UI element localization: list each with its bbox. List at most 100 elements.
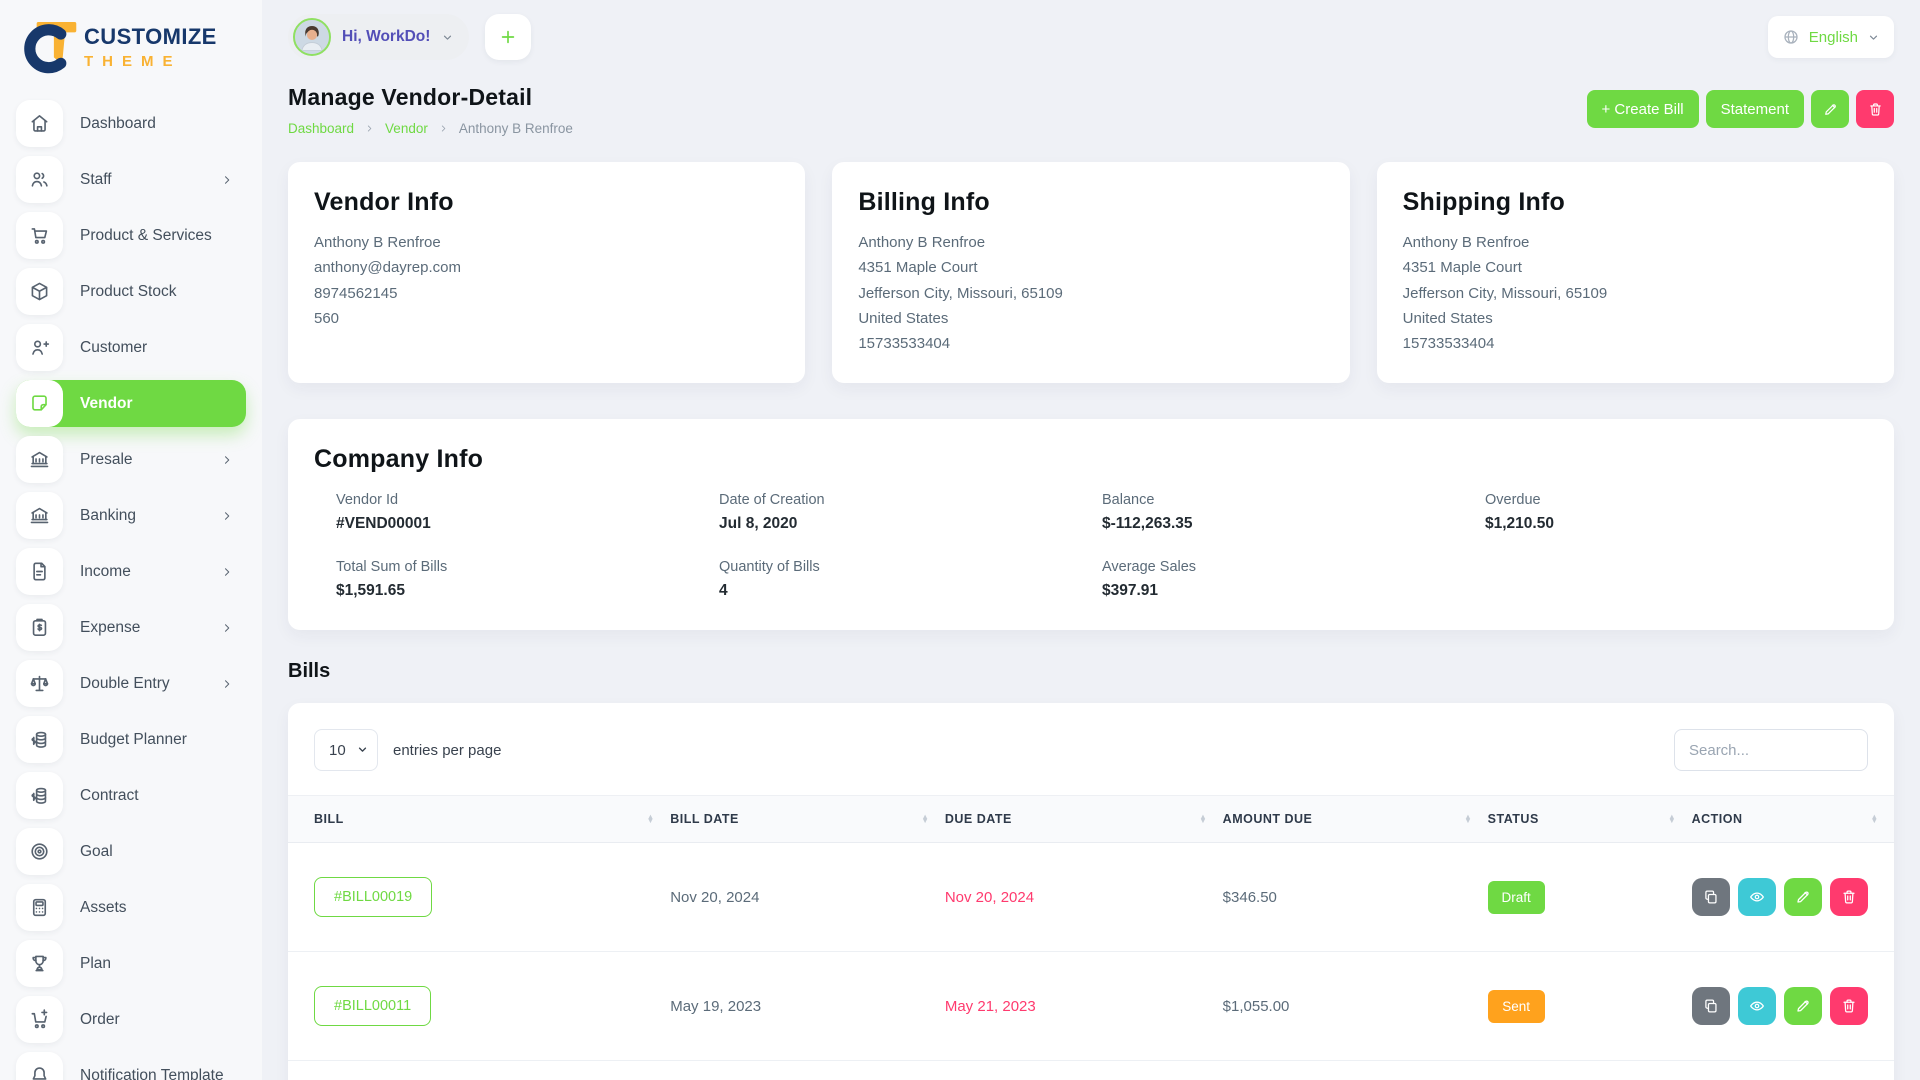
sidebar-item-goal[interactable]: Goal xyxy=(16,828,246,875)
shipping-info-card: Shipping Info Anthony B Renfroe4351 Mapl… xyxy=(1377,162,1894,383)
sidebar-item-notification-template[interactable]: Notification Template xyxy=(16,1052,246,1080)
bill-link[interactable]: #BILL00019 xyxy=(314,877,432,917)
pencil-button[interactable] xyxy=(1784,878,1822,916)
eye-button[interactable] xyxy=(1738,878,1776,916)
sidebar-item-order[interactable]: Order xyxy=(16,996,246,1043)
field-label: Total Sum of Bills xyxy=(336,559,719,575)
sidebar-item-dashboard[interactable]: Dashboard xyxy=(16,100,246,147)
statement-button[interactable]: Statement xyxy=(1706,90,1804,128)
field-value: $1,591.65 xyxy=(336,582,719,600)
sort-icon: ▲▼ xyxy=(647,815,654,824)
status-badge: Draft xyxy=(1488,881,1545,914)
edit-vendor-button[interactable] xyxy=(1811,90,1849,128)
amount-due-cell: $1,055.00 xyxy=(1223,952,1488,1061)
add-button[interactable] xyxy=(485,14,531,60)
amount-due-cell: $-99,965.35 xyxy=(1223,1061,1488,1080)
copy-button[interactable] xyxy=(1692,987,1730,1025)
sidebar-item-budget-planner[interactable]: Budget Planner xyxy=(16,716,246,763)
bill-date-cell: Nov 20, 2024 xyxy=(670,843,945,952)
breadcrumb-separator-icon xyxy=(438,123,449,134)
bill-date-cell: May 19, 2023 xyxy=(670,952,945,1061)
pencil-icon xyxy=(1794,997,1812,1015)
info-line: Jefferson City, Missouri, 65109 xyxy=(1403,282,1868,305)
info-card-title: Shipping Info xyxy=(1403,188,1868,217)
users-icon xyxy=(28,168,51,191)
sidebar-item-expense[interactable]: Expense xyxy=(16,604,246,651)
pencil-button[interactable] xyxy=(1784,987,1822,1025)
pencil-icon xyxy=(1794,888,1812,906)
sidebar-item-customer[interactable]: Customer xyxy=(16,324,246,371)
sidebar-item-double-entry[interactable]: Double Entry xyxy=(16,660,246,707)
language-selector[interactable]: English xyxy=(1768,16,1894,58)
table-row: #BILL00011 May 19, 2023 May 21, 2023 $1,… xyxy=(288,952,1894,1061)
table-toolbar: 10 entries per page xyxy=(288,729,1894,795)
page-title: Manage Vendor-Detail xyxy=(288,84,573,111)
trash-button[interactable] xyxy=(1830,987,1868,1025)
column-header-action[interactable]: ACTION ▲▼ xyxy=(1692,796,1894,843)
company-field-quantity-of-bills: Quantity of Bills 4 xyxy=(719,559,1102,600)
note-icon xyxy=(28,392,51,415)
eye-icon xyxy=(1748,997,1766,1015)
copy-icon xyxy=(1702,997,1720,1015)
company-info-title: Company Info xyxy=(314,445,1868,474)
sidebar-item-banking[interactable]: Banking xyxy=(16,492,246,539)
brand-name-top: CUSTOMIZE xyxy=(84,24,217,50)
brand-logo[interactable]: CUSTOMIZE THEME xyxy=(16,14,246,100)
copy-button[interactable] xyxy=(1692,878,1730,916)
sidebar-item-presale[interactable]: Presale xyxy=(16,436,246,483)
company-info-card: Company Info Vendor Id #VEND00001 Date o… xyxy=(288,419,1894,630)
sidebar-item-product-stock[interactable]: Product Stock xyxy=(16,268,246,315)
user-menu[interactable]: Hi, WorkDo! xyxy=(288,14,469,60)
chevron-down-icon xyxy=(1867,31,1880,44)
table-row: #BILL00019 Nov 20, 2024 Nov 20, 2024 $34… xyxy=(288,843,1894,952)
sidebar-item-assets[interactable]: Assets xyxy=(16,884,246,931)
table-row: #BILL00004 Feb 18, 2022 Feb 18, 2022 $-9… xyxy=(288,1061,1894,1080)
trash-icon xyxy=(1840,997,1858,1015)
column-header-amount-due[interactable]: AMOUNT DUE ▲▼ xyxy=(1223,796,1488,843)
search-input[interactable] xyxy=(1674,729,1868,771)
info-line: Jefferson City, Missouri, 65109 xyxy=(858,282,1323,305)
info-line: 8974562145 xyxy=(314,282,779,305)
company-field-overdue: Overdue $1,210.50 xyxy=(1485,492,1868,533)
sidebar-item-product-and-services[interactable]: Product & Services xyxy=(16,212,246,259)
page-actions: + Create Bill Statement xyxy=(1587,90,1895,128)
scale-icon xyxy=(28,672,51,695)
info-line: Anthony B Renfroe xyxy=(1403,231,1868,254)
chevron-right-icon xyxy=(220,173,234,187)
breadcrumb-item-anthony-b-renfroe: Anthony B Renfroe xyxy=(459,121,573,136)
sidebar-nav: Dashboard Staff Product & Services Produ… xyxy=(16,100,246,1080)
delete-vendor-button[interactable] xyxy=(1856,90,1894,128)
trash-button[interactable] xyxy=(1830,878,1868,916)
column-header-status[interactable]: STATUS ▲▼ xyxy=(1488,796,1692,843)
bill-link[interactable]: #BILL00011 xyxy=(314,986,431,1026)
main-content: Hi, WorkDo! English Manage Vendor-Detail… xyxy=(262,0,1920,1080)
sidebar-item-staff[interactable]: Staff xyxy=(16,156,246,203)
sidebar-item-vendor[interactable]: Vendor xyxy=(16,380,246,427)
info-line: 560 xyxy=(314,307,779,330)
bill-date-cell: Feb 18, 2022 xyxy=(670,1061,945,1080)
info-cards: Vendor Info Anthony B Renfroeanthony@day… xyxy=(288,162,1894,383)
brand-name-bottom: THEME xyxy=(84,53,217,70)
coins-icon xyxy=(28,784,51,807)
create-bill-button[interactable]: + Create Bill xyxy=(1587,90,1699,128)
field-label: Quantity of Bills xyxy=(719,559,1102,575)
column-header-bill[interactable]: BILL ▲▼ xyxy=(288,796,670,843)
column-header-bill-date[interactable]: BILL DATE ▲▼ xyxy=(670,796,945,843)
page-header: Manage Vendor-Detail Dashboard Vendor Anth… xyxy=(288,84,1894,136)
entries-per-page-label: entries per page xyxy=(393,742,501,759)
sidebar-item-plan[interactable]: Plan xyxy=(16,940,246,987)
eye-button[interactable] xyxy=(1738,987,1776,1025)
sidebar-item-income[interactable]: Income xyxy=(16,548,246,595)
breadcrumb-item-dashboard[interactable]: Dashboard xyxy=(288,121,354,136)
entries-per-page-select[interactable]: 10 xyxy=(314,729,378,771)
greeting-label: Hi, WorkDo! xyxy=(342,28,430,46)
bills-table: BILL ▲▼ BILL DATE ▲▼ DUE DATE ▲▼ AMOUNT … xyxy=(288,795,1894,1080)
sidebar: CUSTOMIZE THEME Dashboard Staff Product … xyxy=(0,0,262,1080)
field-label: Average Sales xyxy=(1102,559,1485,575)
topbar: Hi, WorkDo! English xyxy=(288,14,1894,60)
copy-icon xyxy=(1702,888,1720,906)
breadcrumb-item-vendor[interactable]: Vendor xyxy=(385,121,428,136)
sidebar-item-contract[interactable]: Contract xyxy=(16,772,246,819)
bell-icon xyxy=(28,1064,51,1080)
column-header-due-date[interactable]: DUE DATE ▲▼ xyxy=(945,796,1223,843)
